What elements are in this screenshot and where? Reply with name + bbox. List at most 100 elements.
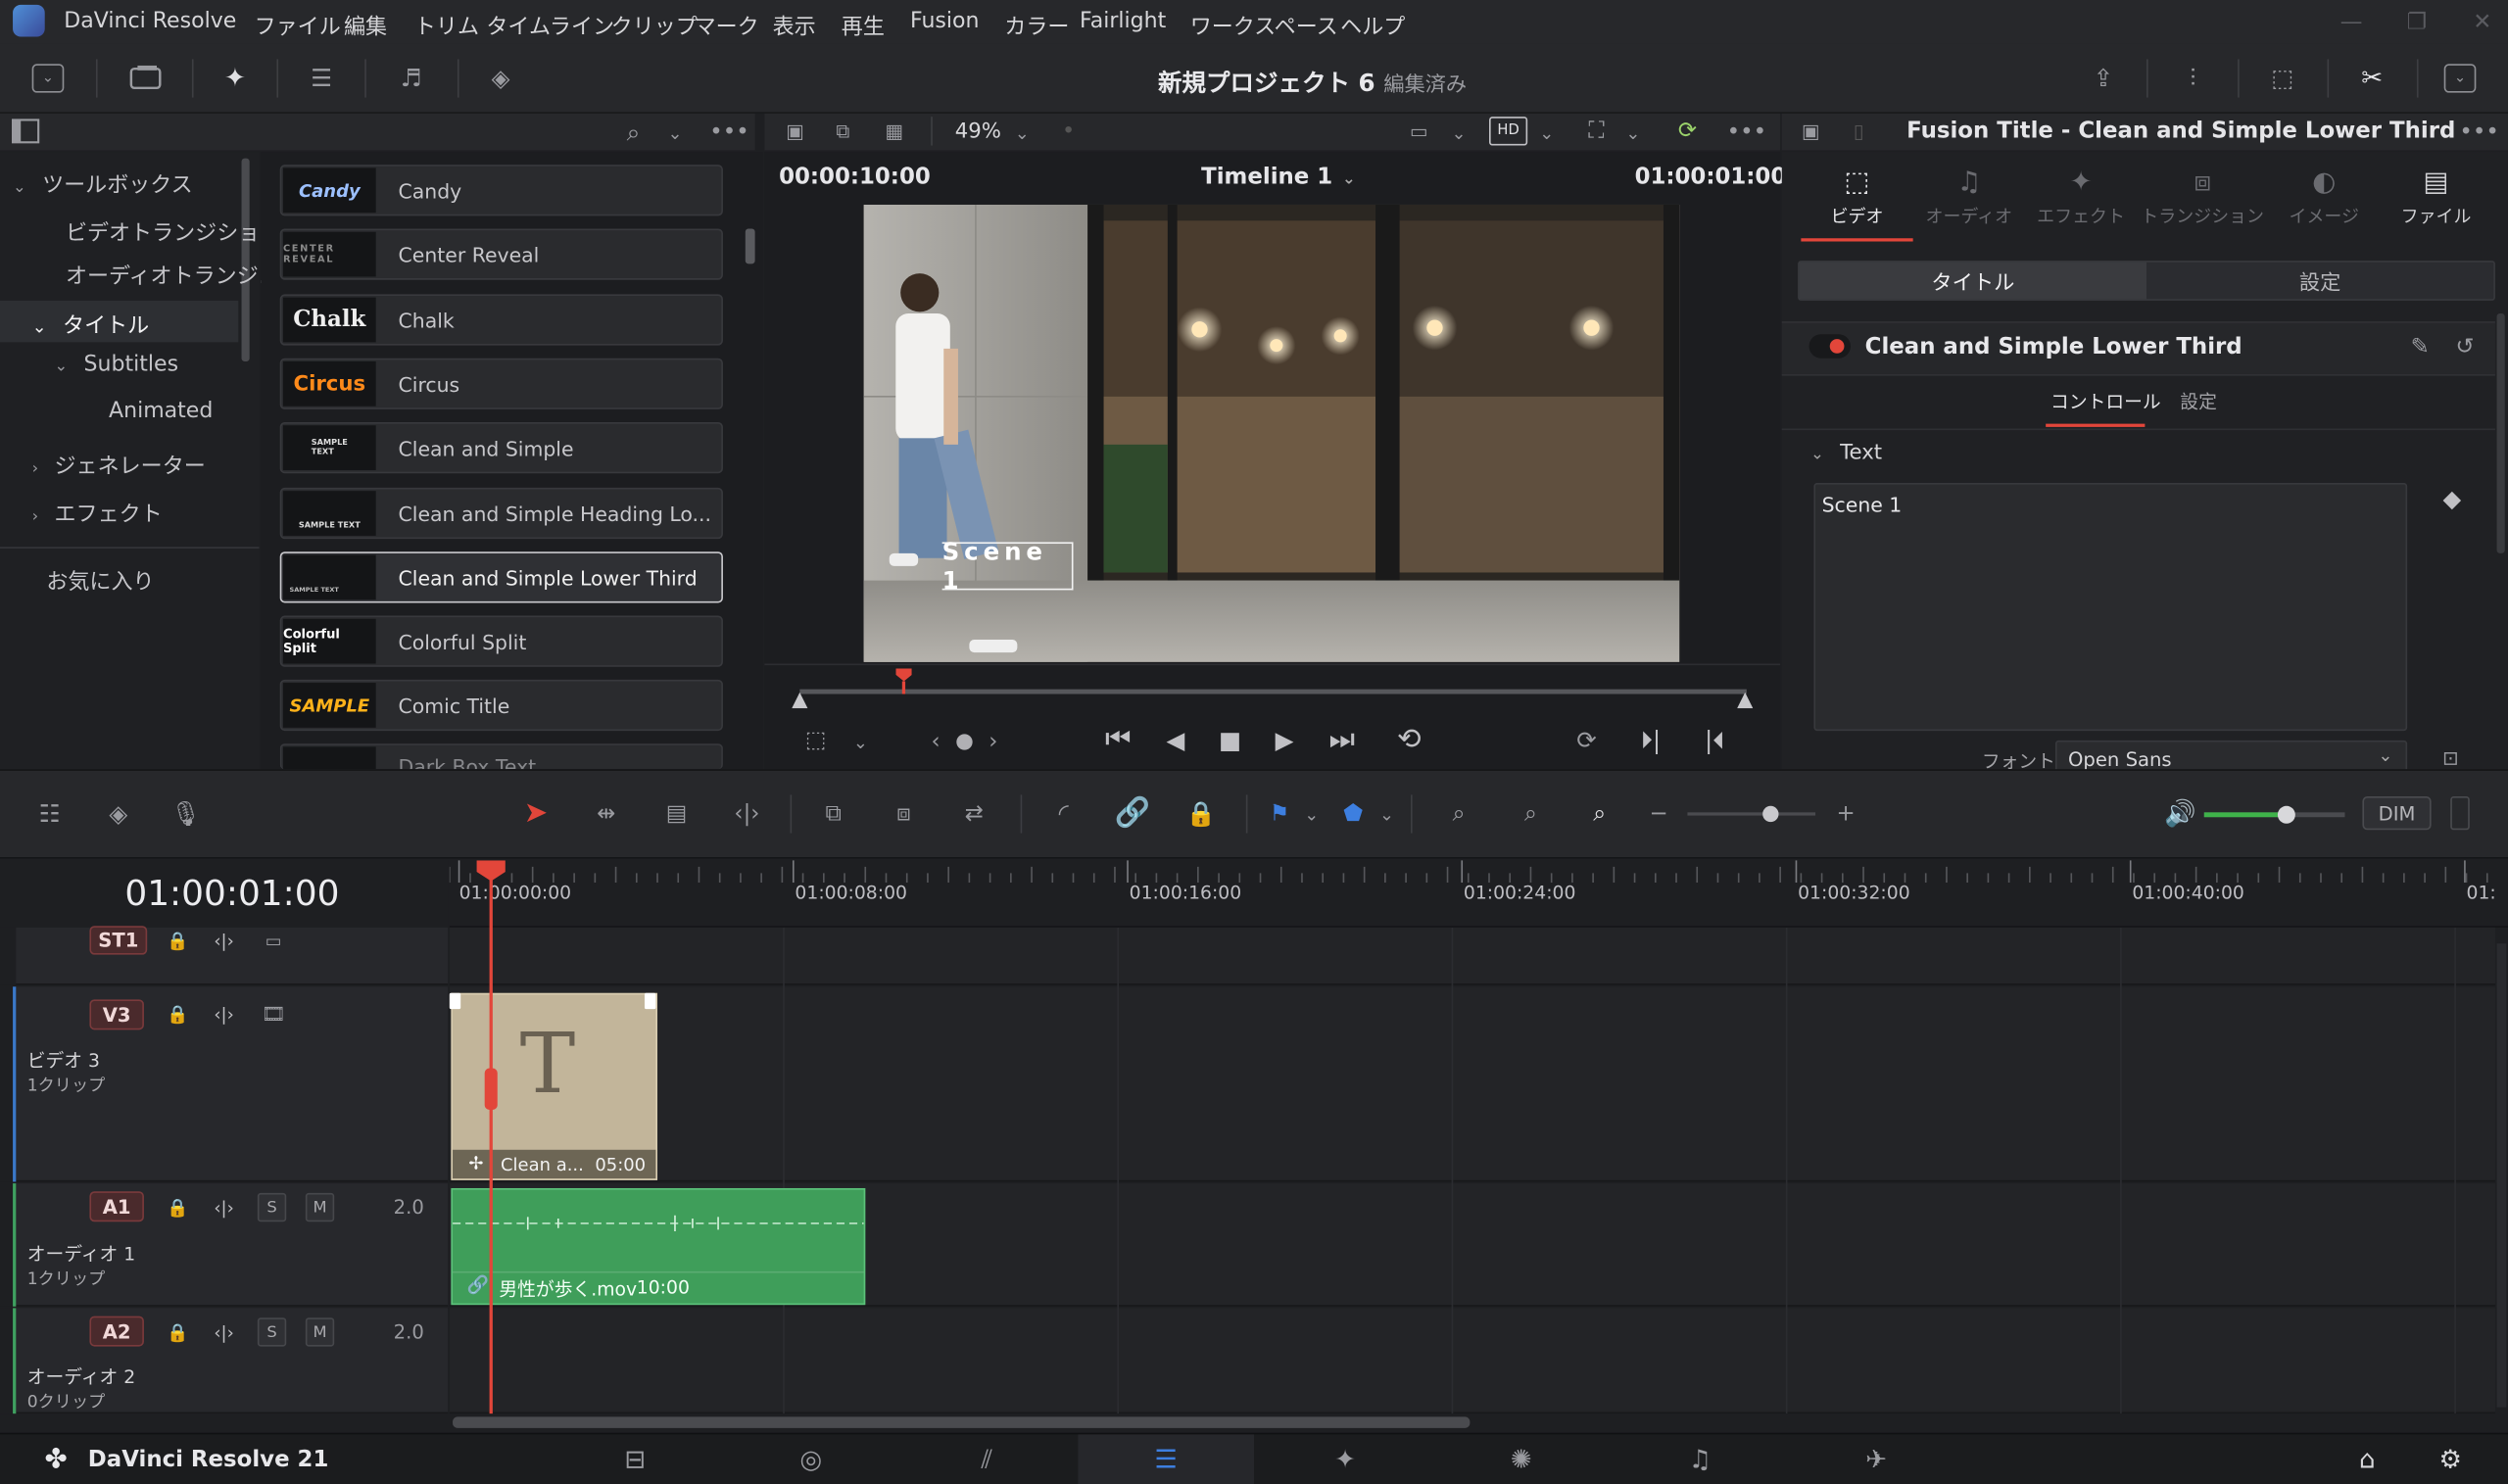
font-select[interactable]: Open Sans ⌄ xyxy=(2054,740,2408,773)
settings-gear-icon[interactable]: ⚙ xyxy=(2432,1444,2470,1476)
voiceover-icon[interactable]: 🎙 xyxy=(167,798,205,831)
v3-lock-icon[interactable]: 🔒 xyxy=(167,1003,189,1026)
safe-area-chevron-icon[interactable]: ⌄ xyxy=(1448,119,1471,147)
audio-clip[interactable]: 🔗 男性が歩く.mov 10:00 xyxy=(451,1187,866,1306)
home-icon[interactable]: ⌂ xyxy=(2348,1444,2387,1476)
tab-video[interactable]: ⬚ ビデオ xyxy=(1801,167,1912,229)
chevron-down-icon[interactable]: ⌄ xyxy=(664,119,687,147)
template-dark-box-text[interactable]: Dark Box Text xyxy=(279,743,723,770)
track-badge-a1[interactable]: A1 xyxy=(89,1191,144,1222)
templates-scrollbar[interactable] xyxy=(745,228,755,264)
app-logo-icon[interactable] xyxy=(13,4,45,37)
menu-trim[interactable]: トリム xyxy=(414,8,479,40)
a1-track-name[interactable]: オーディオ 1 xyxy=(27,1241,135,1267)
hd-chevron-icon[interactable]: ⌄ xyxy=(1535,119,1558,147)
zoom-custom-icon[interactable]: ⌕ xyxy=(1574,796,1625,832)
insert-clip-icon[interactable]: ⧉ xyxy=(809,796,857,832)
page-color-icon[interactable]: ✺ xyxy=(1500,1444,1541,1476)
menu-view[interactable]: 表示 xyxy=(773,8,816,40)
dropdown-icon[interactable]: ⌄ xyxy=(31,64,65,93)
control-tab-settings[interactable]: 設定 xyxy=(2180,389,2217,414)
sidebar-toggle-icon[interactable] xyxy=(11,117,40,145)
v3-toggle-video-icon[interactable]: 🎞 xyxy=(256,1003,291,1026)
menu-workspace[interactable]: ワークスペース xyxy=(1190,8,1338,40)
tree-item-subtitles[interactable]: ⌄ Subtitles xyxy=(55,352,179,377)
crop-icon[interactable]: ⬚ xyxy=(799,726,832,754)
stop-icon[interactable]: ■ xyxy=(1213,723,1248,758)
tree-item-audio-transitions[interactable]: オーディオトランジ... xyxy=(66,258,279,289)
inspector-dual-icon[interactable]: ▯ xyxy=(1843,117,1875,145)
mixer-icon[interactable]: ⫶ xyxy=(2172,63,2213,95)
a1-auto-select-icon[interactable]: ‹|› xyxy=(208,1196,240,1219)
crop-chevron-icon[interactable]: ⌄ xyxy=(849,728,872,756)
skip-to-end-icon[interactable]: ⏭ xyxy=(1322,723,1363,758)
font-browse-icon[interactable]: ⊡ xyxy=(2435,745,2467,771)
tab-file[interactable]: ▤ ファイル xyxy=(2380,167,2491,229)
tab-transition[interactable]: ⧈ トランジション xyxy=(2140,167,2264,229)
zoom-level[interactable]: 49% xyxy=(955,120,1001,143)
tree-item-animated[interactable]: Animated xyxy=(109,399,213,424)
template-candy[interactable]: Candy Candy xyxy=(279,165,723,216)
a1-mute-button[interactable]: M xyxy=(305,1192,335,1222)
quick-export-icon[interactable]: ⇪ xyxy=(2084,63,2122,95)
viewer-more-icon[interactable]: ••• xyxy=(1727,119,1766,147)
template-center-reveal[interactable]: CENTER REVEAL Center Reveal xyxy=(279,228,723,280)
template-clean-and-simple[interactable]: SAMPLE TEXT Clean and Simple xyxy=(279,421,723,474)
volume-slider[interactable] xyxy=(2203,812,2345,818)
tab-effects[interactable]: ✦ エフェクト xyxy=(2025,167,2137,229)
menu-app-name[interactable]: DaVinci Resolve xyxy=(64,8,236,33)
inspector-scrollbar[interactable] xyxy=(2496,312,2505,553)
st1-lock-icon[interactable]: 🔒 xyxy=(167,930,189,952)
zoom-chevron-icon[interactable]: ⌄ xyxy=(1011,119,1034,147)
next-edit-icon[interactable]: › xyxy=(982,728,1004,756)
template-clean-and-simple-lower-third[interactable]: SAMPLE TEXT Clean and Simple Lower Third xyxy=(279,551,723,603)
menu-fusion[interactable]: Fusion xyxy=(910,8,980,33)
template-clean-and-simple-heading[interactable]: SAMPLE TEXT Clean and Simple Heading Lo..… xyxy=(279,487,723,540)
volume-icon[interactable]: 🔊 xyxy=(2162,798,2197,831)
restore-icon[interactable]: ❐ xyxy=(2404,10,2430,35)
close-icon[interactable]: ✕ xyxy=(2470,10,2495,35)
dim-button[interactable]: DIM xyxy=(2362,796,2432,831)
page-timeline-icon[interactable]: ☰ xyxy=(1145,1444,1186,1476)
timeline-selector[interactable]: Timeline 1 ⌄ xyxy=(1201,165,1356,190)
section-text-header[interactable]: ⌄ Text xyxy=(1810,442,1882,465)
st1-caption-icon[interactable]: ▭ xyxy=(256,930,291,952)
collapse-icon[interactable]: ⌄ xyxy=(2443,64,2477,93)
trim-tool-icon[interactable]: ⇹ xyxy=(582,796,630,832)
page-fairlight-icon[interactable]: ♫ xyxy=(1679,1444,1720,1476)
menu-edit[interactable]: 編集 xyxy=(344,8,387,40)
tree-item-titles[interactable]: ⌄ タイトル xyxy=(32,307,150,339)
skip-to-start-icon[interactable]: ⏮ xyxy=(1097,723,1138,758)
a1-lock-icon[interactable]: 🔒 xyxy=(167,1196,189,1219)
fusion-edit-icon[interactable]: ✎ xyxy=(2404,333,2436,361)
minimize-icon[interactable]: — xyxy=(2339,10,2364,35)
zoom-slider[interactable] xyxy=(1687,812,1816,816)
template-colorful-split[interactable]: Colorful Split Colorful Split xyxy=(279,615,723,667)
inspector-more-icon[interactable]: ••• xyxy=(2459,119,2498,147)
page-deliver-icon[interactable]: ✈ xyxy=(1856,1444,1897,1476)
zoom-full-icon[interactable]: ⌕ xyxy=(1433,796,1484,832)
dynamic-trim-icon[interactable]: ‹|› xyxy=(723,796,771,832)
loop-icon[interactable]: ⟲ xyxy=(1388,723,1429,758)
reset-icon[interactable]: ↺ xyxy=(2450,333,2479,361)
tree-item-effects[interactable]: › エフェクト xyxy=(32,496,163,528)
hd-output-icon[interactable]: HD xyxy=(1488,117,1528,146)
tab-image[interactable]: ◐ イメージ xyxy=(2268,167,2380,229)
menu-file[interactable]: ファイル xyxy=(255,8,341,40)
viewer-dual-icon[interactable]: ⧉ xyxy=(827,117,859,145)
template-chalk[interactable]: Chalk Chalk xyxy=(279,294,723,346)
a2-mute-button[interactable]: M xyxy=(305,1317,335,1347)
lane-scrollbar-right[interactable] xyxy=(2496,943,2507,1408)
effect-enable-toggle[interactable] xyxy=(1809,334,1851,359)
video-frame[interactable]: Scene 1 xyxy=(863,204,1680,662)
page-edit-icon[interactable]: ⫽ xyxy=(966,1444,1007,1476)
v3-auto-select-icon[interactable]: ‹|› xyxy=(208,1003,240,1026)
edit-index-icon[interactable]: ☰ xyxy=(304,63,339,95)
page-fusion-icon[interactable]: ✦ xyxy=(1325,1444,1366,1476)
zoom-out-icon[interactable]: − xyxy=(1648,799,1670,828)
clip-attributes-icon[interactable]: ◈ xyxy=(96,798,141,831)
a2-lock-icon[interactable]: 🔒 xyxy=(167,1320,189,1343)
audio-meter-icon[interactable] xyxy=(2450,796,2470,831)
zoom-in-icon[interactable]: + xyxy=(1835,799,1857,828)
match-frame-icon[interactable]: ⟳ xyxy=(1568,725,1606,757)
